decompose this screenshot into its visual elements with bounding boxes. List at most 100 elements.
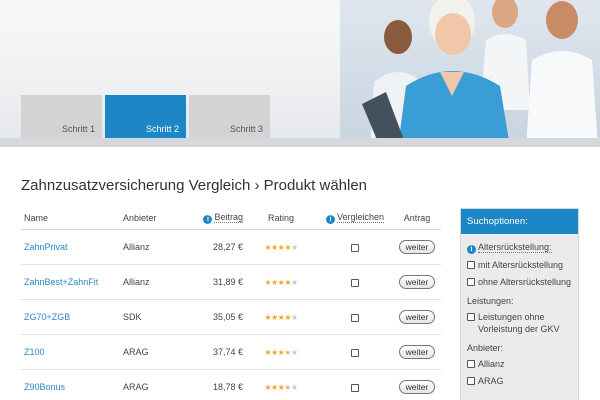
table-row: Z90Bonus ARAG 18,78 € ★★★★★ weiter: [21, 370, 441, 400]
filter-with-age-provision[interactable]: mit Altersrückstellung: [467, 259, 572, 271]
price-cell: 37,74 €: [212, 347, 243, 357]
providers-label: Anbieter:: [467, 343, 504, 353]
provider-cell: ARAG: [123, 347, 149, 357]
compare-checkbox[interactable]: [351, 313, 359, 322]
rating-cell: ★★★★★: [245, 242, 317, 252]
compare-cell: [317, 312, 393, 322]
star-icon: ★: [291, 313, 298, 322]
checkbox[interactable]: [467, 360, 475, 368]
star-icon: ★: [270, 243, 278, 252]
star-icon: ★: [284, 313, 291, 322]
filter-label: Leistungen ohne Vorleistung der GKV: [478, 312, 560, 334]
product-link[interactable]: ZahnPrivat: [21, 242, 123, 252]
star-rating: ★★★★★: [264, 348, 298, 357]
star-rating: ★★★★★: [264, 383, 298, 392]
star-rating: ★★★★★: [264, 313, 298, 322]
star-icon: ★: [264, 383, 271, 392]
filter-label: mit Altersrückstellung: [478, 260, 564, 270]
continue-button[interactable]: weiter: [398, 345, 436, 359]
compare-cell: [317, 277, 393, 287]
search-options-panel: Suchoptionen: i Altersrückstellung: mit A…: [460, 208, 579, 400]
product-link[interactable]: Z90Bonus: [21, 382, 123, 392]
star-icon: ★: [284, 348, 291, 357]
provider-cell: Allianz: [123, 242, 150, 252]
filter-services-without-gkv[interactable]: Leistungen ohne Vorleistung der GKV: [467, 311, 572, 335]
filter-without-age-provision[interactable]: ohne Altersrückstellung: [467, 276, 572, 288]
star-icon: ★: [284, 383, 291, 392]
compare-cell: [317, 382, 393, 392]
filter-provider-arag[interactable]: ARAG: [467, 375, 572, 387]
table-body: ZahnPrivat Allianz 28,27 € ★★★★★ weiter ZahnB…: [21, 230, 441, 400]
provider-cell: Allianz: [123, 277, 150, 287]
star-icon: ★: [264, 278, 271, 287]
step-1-tab[interactable]: Schritt 1: [21, 95, 102, 138]
page-title: Zahnzusatzversicherung Vergleich › Produ…: [21, 177, 368, 194]
table-row: ZahnBest+ZahnFit Allianz 31,89 € ★★★★★ weite…: [21, 265, 441, 300]
filter-label: Allianz: [478, 359, 505, 369]
product-link[interactable]: ZahnBest+ZahnFit: [21, 277, 123, 287]
info-icon[interactable]: i: [467, 245, 476, 254]
table-row: Z100 ARAG 37,74 € ★★★★★ weiter: [21, 335, 441, 370]
search-options-title: Suchoptionen:: [461, 209, 578, 234]
continue-button[interactable]: weiter: [398, 380, 436, 394]
providers-section: Anbieter: Allianz ARAG: [461, 343, 578, 387]
price-cell: 31,89 €: [212, 277, 243, 287]
services-section: Leistungen: Leistungen ohne Vorleistung …: [461, 296, 578, 335]
header-price-label: Beitrag: [214, 211, 243, 223]
table-header: Name Anbieter i Beitrag Rating i Vergleich…: [21, 206, 441, 230]
star-rating: ★★★★★: [264, 278, 298, 287]
star-rating: ★★★★★: [264, 243, 298, 252]
checkbox[interactable]: [467, 377, 475, 385]
price-cell: 18,78 €: [212, 382, 243, 392]
star-icon: ★: [264, 243, 271, 252]
star-icon: ★: [270, 313, 278, 322]
action-cell: weiter: [393, 240, 441, 254]
header-compare[interactable]: i Vergleichen: [317, 211, 393, 224]
step-1-label: Schritt 1: [61, 124, 95, 134]
checkbox[interactable]: [467, 313, 475, 321]
star-icon: ★: [291, 243, 298, 252]
age-provision-label: Altersrückstellung:: [478, 242, 552, 253]
action-cell: weiter: [393, 380, 441, 394]
product-link[interactable]: Z100: [21, 347, 123, 357]
price-cell: 28,27 €: [212, 242, 243, 252]
action-cell: weiter: [393, 345, 441, 359]
compare-cell: [317, 347, 393, 357]
header-price[interactable]: i Beitrag: [183, 211, 245, 224]
info-icon[interactable]: i: [325, 214, 335, 224]
star-icon: ★: [270, 348, 278, 357]
action-cell: weiter: [393, 310, 441, 324]
age-provision-label-row: i Altersrückstellung:: [467, 242, 572, 254]
continue-button[interactable]: weiter: [398, 310, 436, 324]
age-provision-section: i Altersrückstellung: mit Altersrückstell…: [461, 242, 578, 288]
star-icon: ★: [291, 348, 298, 357]
compare-checkbox[interactable]: [351, 348, 359, 357]
step-3-tab[interactable]: Schritt 3: [189, 95, 270, 138]
star-icon: ★: [270, 278, 278, 287]
compare-checkbox[interactable]: [351, 383, 359, 392]
filter-label: ohne Altersrückstellung: [478, 277, 572, 287]
compare-checkbox[interactable]: [351, 278, 359, 287]
rating-cell: ★★★★★: [245, 347, 317, 357]
star-icon: ★: [284, 278, 291, 287]
product-link[interactable]: ZG70+ZGB: [21, 312, 123, 322]
header-action: Antrag: [403, 212, 431, 223]
star-icon: ★: [291, 383, 298, 392]
filter-provider-allianz[interactable]: Allianz: [467, 358, 572, 370]
compare-checkbox[interactable]: [351, 243, 359, 252]
rating-cell: ★★★★★: [245, 312, 317, 322]
step-3-label: Schritt 3: [229, 124, 263, 134]
star-icon: ★: [284, 243, 291, 252]
continue-button[interactable]: weiter: [398, 240, 436, 254]
step-2-tab[interactable]: Schritt 2: [105, 95, 186, 138]
action-cell: weiter: [393, 275, 441, 289]
rating-cell: ★★★★★: [245, 277, 317, 287]
continue-button[interactable]: weiter: [398, 275, 436, 289]
checkbox[interactable]: [467, 261, 475, 269]
provider-cell: SDK: [123, 312, 142, 322]
checkbox[interactable]: [467, 278, 475, 286]
services-label: Leistungen:: [467, 296, 514, 306]
star-icon: ★: [264, 313, 271, 322]
banner-divider: [0, 138, 600, 147]
info-icon[interactable]: i: [203, 214, 213, 224]
